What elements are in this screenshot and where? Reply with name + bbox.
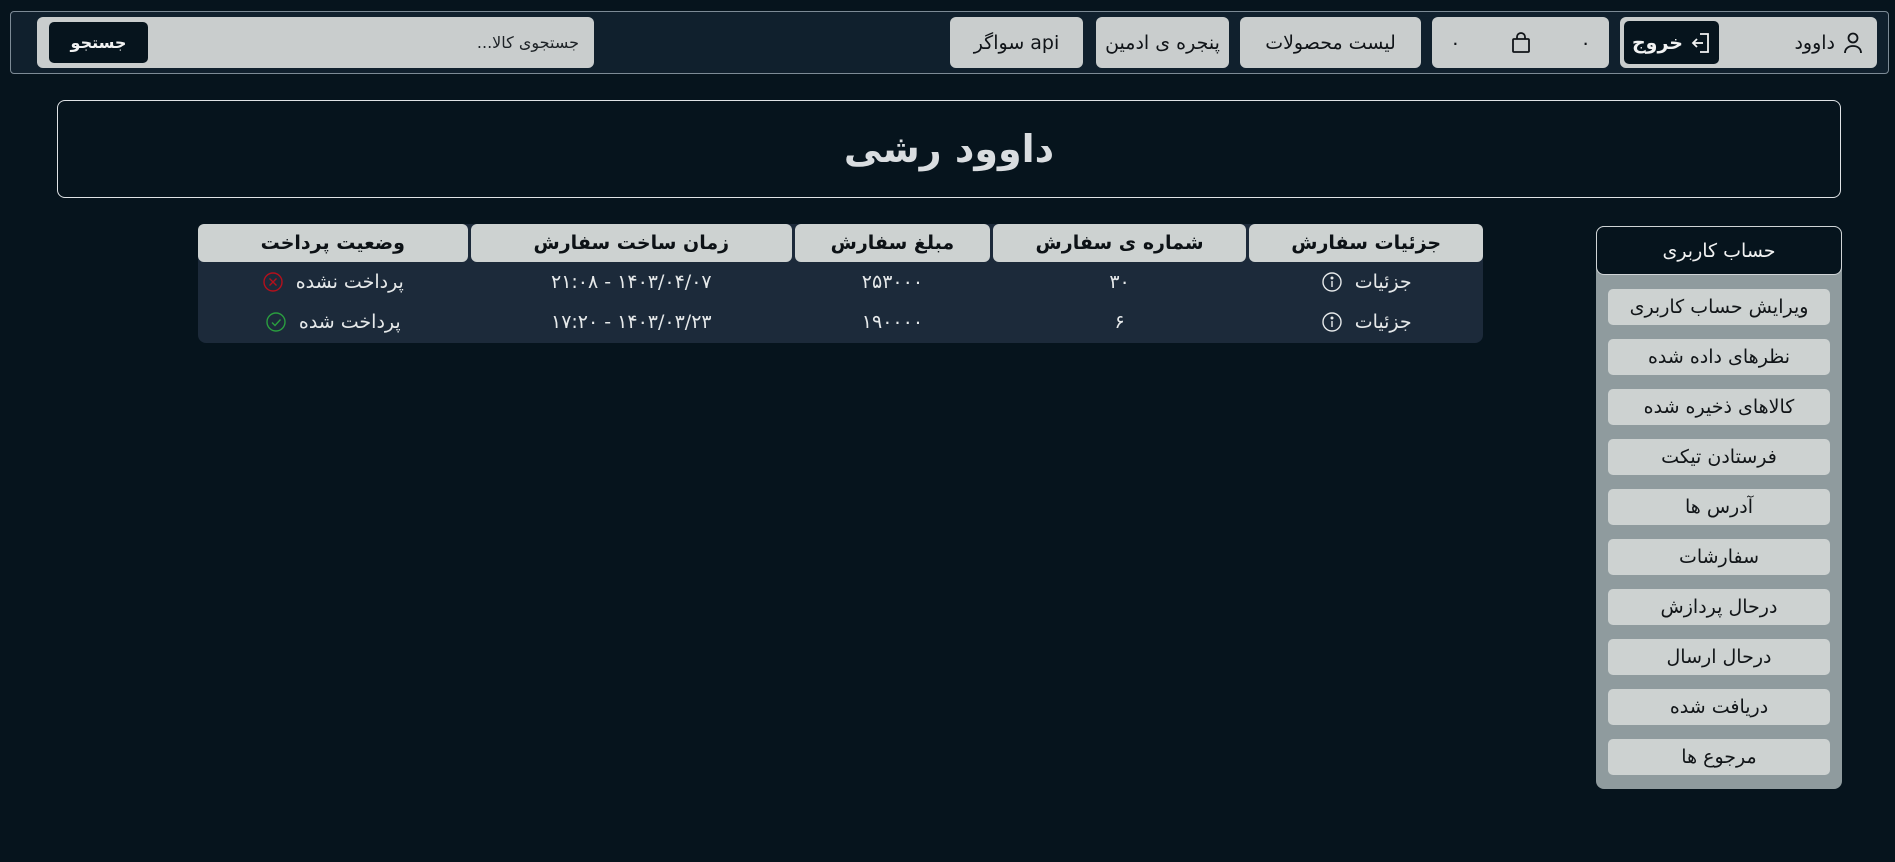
cart-total: ۰ — [1450, 31, 1461, 54]
sidebar-item-saved-items[interactable]: کالاهای ذخیره شده — [1608, 389, 1830, 425]
x-circle-icon — [263, 272, 283, 292]
order-details-label: جزئیات — [1354, 311, 1412, 333]
logout-label: خروج — [1631, 31, 1684, 54]
sidebar-item-addresses[interactable]: آدرس ها — [1608, 489, 1830, 525]
products-list-button[interactable]: لیست محصولات — [1240, 17, 1421, 68]
column-header-payment-status: وضعیت پرداخت — [197, 224, 468, 262]
shopping-bag-icon — [1511, 31, 1530, 53]
search-input[interactable] — [147, 20, 583, 65]
order-payment-status: پرداخت شده — [198, 311, 468, 333]
logout-button[interactable]: خروج — [1624, 21, 1719, 64]
order-amount: ۱۹۰۰۰۰ — [861, 311, 924, 333]
sidebar-item-orders[interactable]: سفارشات — [1608, 539, 1830, 575]
sidebar-item-received[interactable]: دریافت شده — [1608, 689, 1830, 725]
column-header-details: جزئیات سفارش — [1249, 224, 1483, 262]
order-created: ۱۴۰۳/۰۴/۰۷ - ۲۱:۰۸ — [551, 271, 712, 293]
column-header-number: شماره ی سفارش — [992, 224, 1247, 262]
order-number: ۶ — [1114, 311, 1125, 333]
table-row: جزئیات ۳۰ ۲۵۳۰۰۰ ۱۴۰۳/۰۴/۰۷ - ۲۱:۰۸ پردا… — [198, 262, 1483, 302]
info-icon — [1322, 312, 1342, 332]
orders-table: جزئیات سفارش شماره ی سفارش مبلغ سفارش زم… — [197, 224, 1483, 343]
order-details-link[interactable]: جزئیات — [1249, 311, 1483, 333]
search-button[interactable]: جستجو — [49, 22, 148, 63]
order-payment-status: پرداخت نشده — [198, 271, 468, 293]
table-row: جزئیات ۶ ۱۹۰۰۰۰ ۱۴۰۳/۰۳/۲۳ - ۱۷:۲۰ پرداخ… — [198, 302, 1483, 342]
sidebar-item-send-ticket[interactable]: فرستادن تیکت — [1608, 439, 1830, 475]
profile-name: داوود رشی — [843, 127, 1055, 171]
sidebar-item-returns[interactable]: مرجوع ها — [1608, 739, 1830, 775]
admin-panel-button[interactable]: پنجره ی ادمین — [1096, 17, 1229, 68]
sidebar-title: حساب کاربری — [1596, 226, 1842, 275]
cart-count: ۰ — [1580, 31, 1591, 54]
user-icon — [1844, 32, 1862, 53]
order-details-label: جزئیات — [1354, 271, 1412, 293]
cart-button[interactable]: ۰ ۰ — [1432, 17, 1609, 68]
column-header-created: زمان ساخت سفارش — [470, 224, 793, 262]
orders-table-header: جزئیات سفارش شماره ی سفارش مبلغ سفارش زم… — [197, 224, 1483, 262]
search-bar: جستجو — [37, 17, 594, 68]
order-amount: ۲۵۳۰۰۰ — [861, 271, 924, 293]
sidebar-item-comments[interactable]: نظرهای داده شده — [1608, 339, 1830, 375]
username: داوود — [1794, 31, 1835, 54]
sidebar-item-shipping[interactable]: درحال ارسال — [1608, 639, 1830, 675]
user-menu[interactable]: داوود — [1794, 32, 1873, 54]
order-created: ۱۴۰۳/۰۳/۲۳ - ۱۷:۲۰ — [551, 311, 712, 333]
payment-status-label: پرداخت شده — [298, 311, 401, 333]
info-icon — [1322, 272, 1342, 292]
check-circle-icon — [266, 312, 286, 332]
column-header-amount: مبلغ سفارش — [795, 224, 990, 262]
logout-icon — [1691, 32, 1709, 53]
order-details-link[interactable]: جزئیات — [1249, 271, 1483, 293]
top-navbar: خروج داوود ۰ ۰ لیست محصولات پنجره ی ادمی… — [10, 11, 1889, 74]
swagger-api-button[interactable]: سواگر api — [950, 17, 1083, 68]
order-number: ۳۰ — [1109, 271, 1130, 293]
sidebar-item-processing[interactable]: درحال پردازش — [1608, 589, 1830, 625]
sidebar-item-edit-account[interactable]: ویرایش حساب کاربری — [1608, 289, 1830, 325]
account-sidebar: حساب کاربری ویرایش حساب کاربری نظرهای دا… — [1596, 226, 1842, 789]
profile-name-card: داوود رشی — [57, 100, 1841, 198]
payment-status-label: پرداخت نشده — [295, 271, 404, 293]
user-box: خروج داوود — [1620, 17, 1877, 68]
